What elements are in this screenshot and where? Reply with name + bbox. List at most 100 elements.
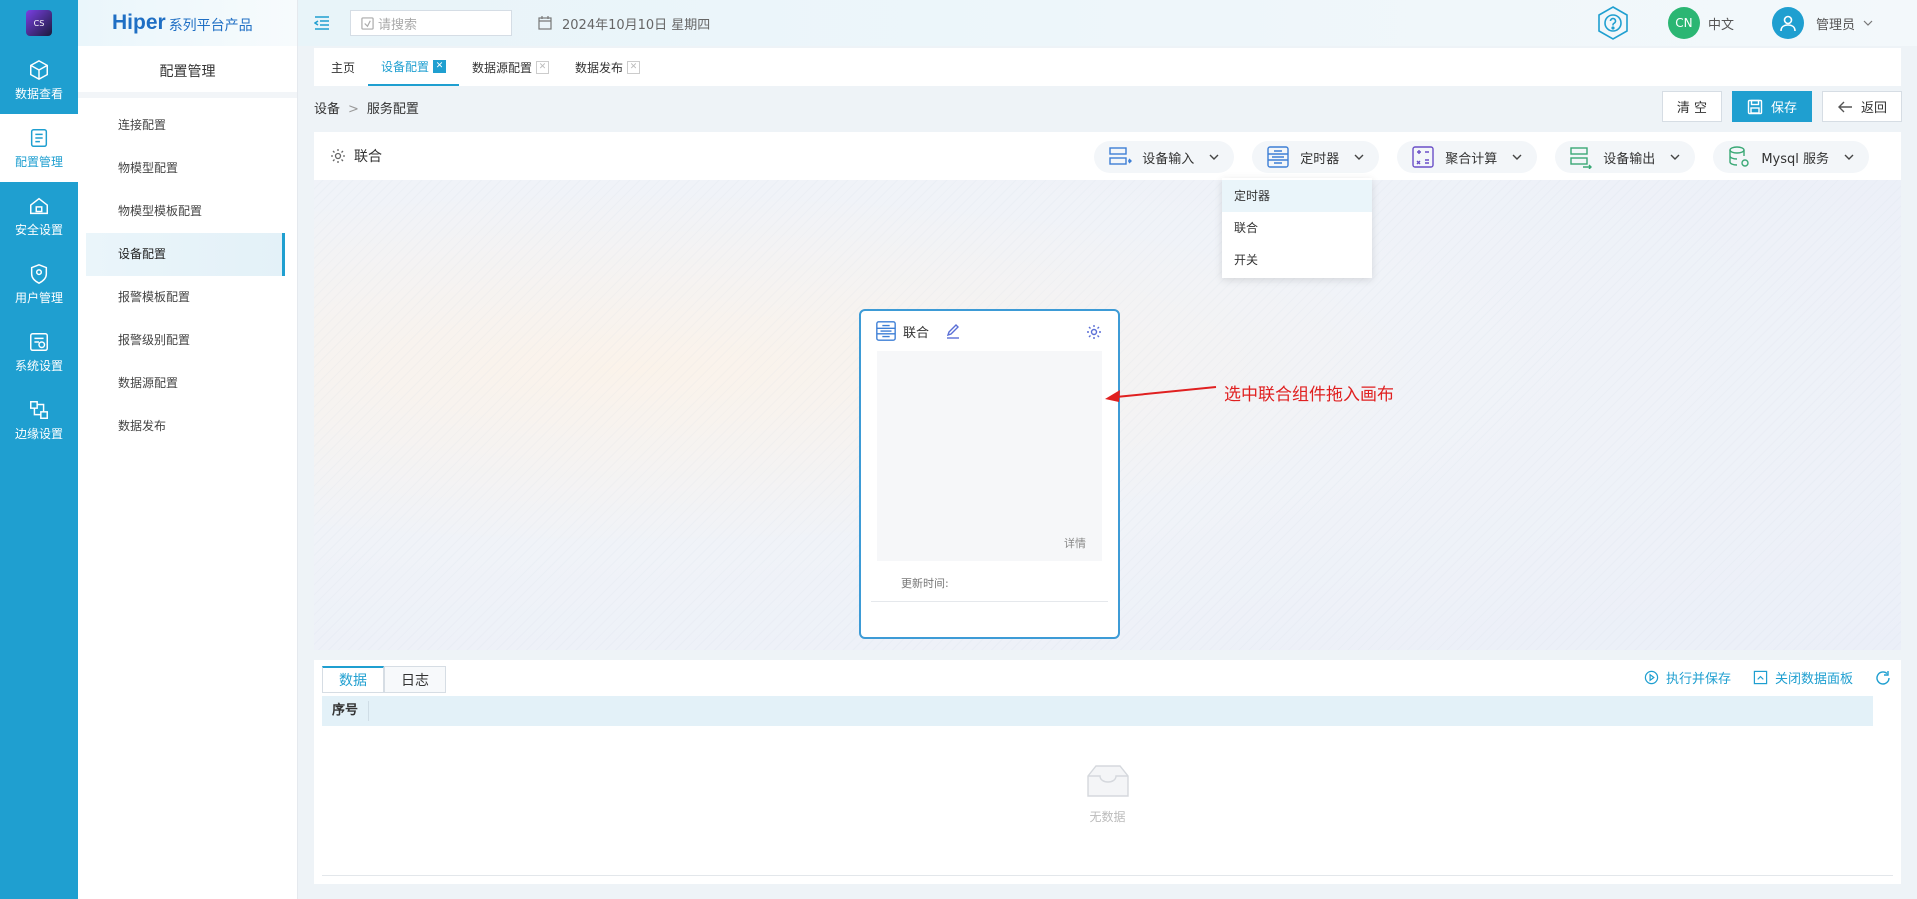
tab-data-publish[interactable]: 数据发布 ✕: [562, 48, 653, 86]
back-button[interactable]: 返回: [1821, 91, 1902, 122]
tool-device-output[interactable]: 设备输出: [1555, 141, 1696, 173]
device-output-icon: [1570, 147, 1593, 169]
help-icon[interactable]: [1596, 5, 1630, 41]
tool-mysql-service[interactable]: Mysql 服务: [1713, 141, 1869, 173]
close-icon[interactable]: ✕: [536, 60, 550, 74]
empty-text: 无数据: [1089, 810, 1126, 824]
tab-label: 数据发布: [575, 60, 624, 75]
breadcrumb: 设备 > 服务配置: [314, 98, 419, 117]
brand-subtitle: 系列平台产品: [168, 18, 253, 34]
node-body: 详情: [877, 351, 1102, 561]
node-header: 联合: [861, 311, 1118, 351]
tool-aggregate[interactable]: 聚合计算: [1397, 141, 1538, 173]
tab-data[interactable]: 数据: [322, 666, 384, 693]
rail-item-label: 用户管理: [14, 290, 63, 305]
empty-inbox-icon: [1086, 765, 1129, 797]
rail-item-security[interactable]: 安全设置: [0, 182, 78, 250]
icon-rail: CS 数据查看 配置管理 安全设置 用户管理 系统设置 边缘设置: [0, 0, 78, 899]
tab-label: 设备配置: [381, 59, 430, 74]
timer-icon: [1267, 146, 1289, 168]
chevron-down-icon: [1354, 154, 1364, 160]
rail-item-data-view[interactable]: 数据查看: [0, 46, 78, 114]
breadcrumb-separator: >: [348, 102, 359, 117]
search-placeholder: 请搜索: [378, 17, 418, 33]
execute-save-label: 执行并保存: [1665, 672, 1731, 687]
dropdown-option-switch[interactable]: 开关: [1222, 244, 1372, 276]
node-divider: [871, 601, 1108, 602]
sidebar-item-alarm-template[interactable]: 报警模板配置: [86, 276, 283, 319]
sidebar-menu: 连接配置 物模型配置 物模型模板配置 设备配置 报警模板配置 报警级别配置 数据…: [78, 98, 297, 448]
tool-device-input[interactable]: 设备输入: [1094, 141, 1235, 173]
panel-tabs: 数据 日志: [322, 666, 446, 693]
clear-button[interactable]: 清 空: [1661, 91, 1722, 122]
rail-item-label: 配置管理: [14, 154, 63, 169]
rail-item-edge[interactable]: 边缘设置: [0, 386, 78, 454]
dropdown-option-timer[interactable]: 定时器: [1222, 180, 1372, 212]
sub-sidebar: Hiper 系列平台产品 配置管理 连接配置 物模型配置 物模型模板配置 设备配…: [78, 0, 298, 899]
edge-network-icon: [30, 400, 48, 419]
gear-icon[interactable]: [1086, 324, 1102, 340]
close-icon[interactable]: ✕: [433, 59, 447, 73]
refresh-icon[interactable]: [1875, 670, 1891, 686]
close-panel-label: 关闭数据面板: [1774, 672, 1853, 687]
sidebar-item-connection[interactable]: 连接配置: [86, 104, 283, 147]
tab-log[interactable]: 日志: [384, 666, 446, 693]
sidebar-item-device-config[interactable]: 设备配置: [86, 233, 285, 276]
breadcrumb-root[interactable]: 设备: [314, 102, 340, 117]
execute-save-button[interactable]: 执行并保存: [1644, 668, 1731, 687]
save-button[interactable]: 保存: [1731, 91, 1812, 122]
shield-user-icon: [30, 263, 48, 284]
user-menu[interactable]: 管理员: [1771, 7, 1873, 39]
menu-collapse-icon[interactable]: [314, 16, 330, 30]
union-node-icon: [876, 321, 896, 341]
tool-label: 聚合计算: [1445, 151, 1498, 167]
node-detail-link[interactable]: 详情: [1064, 535, 1086, 551]
device-input-icon: [1109, 147, 1133, 165]
back-label: 返回: [1860, 101, 1887, 116]
rail-item-users[interactable]: 用户管理: [0, 250, 78, 318]
sidebar-item-datasource[interactable]: 数据源配置: [86, 362, 283, 405]
rail-item-label: 系统设置: [14, 358, 63, 373]
sidebar-item-alarm-level[interactable]: 报警级别配置: [86, 319, 283, 362]
dropdown-option-union[interactable]: 联合: [1222, 212, 1372, 244]
calculator-icon: [1412, 146, 1434, 168]
sidebar-item-data-publish[interactable]: 数据发布: [86, 405, 283, 448]
close-icon[interactable]: ✕: [627, 60, 641, 74]
close-panel-button[interactable]: 关闭数据面板: [1753, 668, 1853, 687]
edit-icon[interactable]: [945, 323, 961, 339]
system-gear-icon: [30, 332, 48, 351]
selected-component: 联合: [330, 146, 382, 166]
arrow-left-icon: [1837, 101, 1852, 112]
rail-item-label: 边缘设置: [14, 426, 63, 441]
union-node[interactable]: 联合 详情 更新时间:: [859, 309, 1120, 639]
rail-item-system[interactable]: 系统设置: [0, 318, 78, 386]
config-icon: [30, 128, 48, 147]
tool-timer[interactable]: 定时器: [1252, 141, 1380, 173]
data-panel: 数据 日志 执行并保存 关闭数据面板 序号 无数据: [314, 660, 1901, 884]
sidebar-item-thing-model-template[interactable]: 物模型模板配置: [86, 190, 283, 233]
tab-home[interactable]: 主页: [318, 48, 368, 86]
selected-component-label: 联合: [354, 149, 382, 165]
gear-icon: [331, 149, 345, 163]
rail-item-config[interactable]: 配置管理: [0, 114, 78, 182]
breadcrumb-current: 服务配置: [366, 102, 419, 117]
component-toolbar: 联合 设备输入 定时器 聚合计算 设备输出 Mysql 服务: [314, 132, 1901, 180]
user-icon: [1780, 15, 1796, 32]
rail-item-label: 安全设置: [14, 222, 63, 237]
tool-group: 设备输入 定时器 聚合计算 设备输出 Mysql 服务: [1094, 141, 1869, 173]
page-actions: 清 空 保存 返回: [1661, 91, 1902, 122]
tab-datasource-config[interactable]: 数据源配置 ✕: [459, 48, 562, 86]
language-switch[interactable]: CN 中文: [1667, 7, 1734, 39]
chevron-down-icon: [1844, 154, 1854, 160]
rail-item-label: 数据查看: [14, 86, 63, 101]
page-tabs: 主页 设备配置 ✕ 数据源配置 ✕ 数据发布 ✕: [314, 48, 1901, 86]
empty-state: 无数据: [314, 762, 1901, 825]
search-input[interactable]: 请搜索: [350, 10, 512, 36]
tab-device-config[interactable]: 设备配置 ✕: [368, 48, 460, 86]
save-icon: [1747, 99, 1763, 114]
app-logo: CS: [0, 0, 78, 46]
panel-actions: 执行并保存 关闭数据面板: [1644, 668, 1891, 687]
sidebar-item-thing-model[interactable]: 物模型配置: [86, 147, 283, 190]
save-label: 保存: [1770, 101, 1797, 116]
tool-label: 设备输出: [1603, 151, 1656, 167]
